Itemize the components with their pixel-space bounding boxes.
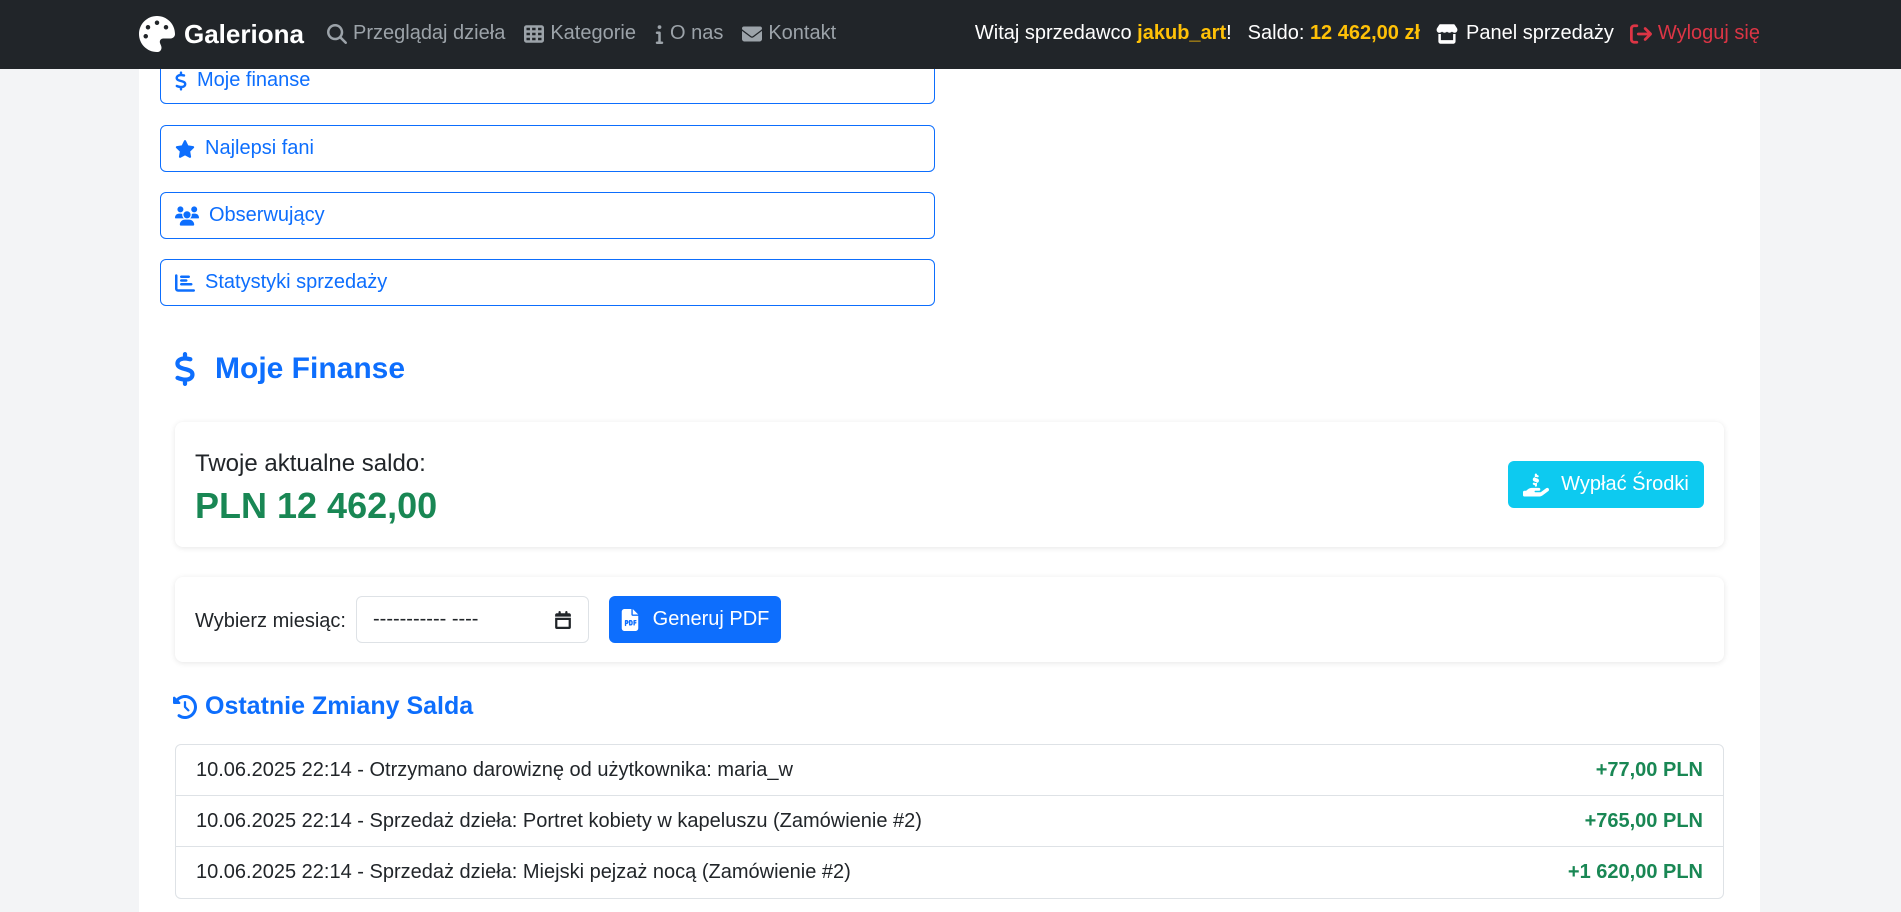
main-container: Moje finanse Najlepsi fani Obserwujący S… [139,57,1760,912]
nav-link-categories[interactable]: Kategorie [524,22,636,45]
current-balance-label: Twoje aktualne saldo: [195,450,426,477]
sign-out-icon [1629,23,1652,44]
menu-item-top-fans[interactable]: Najlepsi fani [160,125,935,172]
balance-card: Twoje aktualne saldo: PLN 12 462,00 Wypł… [175,422,1724,547]
seller-panel-label: Panel sprzedaży [1466,22,1614,44]
history-item-amount: +77,00 PLN [1595,758,1703,781]
current-balance-value: PLN 12 462,00 [195,485,438,526]
history-item-description: 10.06.2025 22:14 - Otrzymano darowiznę o… [196,758,793,781]
month-select-label: Wybierz miesiąc: [195,610,346,632]
nav-link-label: Kontakt [768,22,837,44]
report-card: Wybierz miesiąc: ----------- ---- Generu… [175,577,1724,662]
search-icon [327,23,347,44]
hand-holding-dollar-icon [1523,472,1550,497]
nav-link-label: Kategorie [550,22,636,44]
dollar-icon [175,70,187,91]
list-item: 10.06.2025 22:14 - Sprzedaż dzieła: Miej… [176,847,1723,898]
history-item-amount: +765,00 PLN [1584,809,1703,832]
bar-chart-icon [175,273,195,292]
logout-label: Wyloguj się [1657,22,1760,44]
star-icon [175,139,195,158]
finance-section-title: Moje Finanse [173,352,405,386]
menu-item-label: Statystyki sprzedaży [205,271,388,293]
history-item-description: 10.06.2025 22:14 - Sprzedaż dzieła: Miej… [196,861,851,883]
store-icon [1436,23,1458,44]
nav-link-contact[interactable]: Kontakt [742,22,836,45]
seller-panel-link[interactable]: Panel sprzedaży [1436,22,1614,45]
username: jakub_art [1137,22,1227,44]
history-item-description: 10.06.2025 22:14 - Sprzedaż dzieła: Port… [196,809,922,832]
month-input-value: ----------- ---- [373,608,479,630]
top-navbar: Galeriona Przeglądaj dzieła Kategorie O … [0,0,1901,69]
history-title: Ostatnie Zmiany Salda [205,692,474,720]
nav-link-label: O nas [669,22,724,44]
withdraw-funds-button[interactable]: Wypłać Środki [1508,461,1704,508]
month-input[interactable]: ----------- ---- [356,596,589,643]
dollar-icon [175,352,195,386]
nav-user-area: Witaj sprzedawco jakub_art! Saldo: 12 46… [975,22,1760,45]
withdraw-label: Wypłać Środki [1561,473,1689,495]
calendar-icon[interactable] [554,610,572,629]
menu-item-label: Moje finanse [197,69,311,91]
menu-item-sales-stats[interactable]: Statystyki sprzedaży [160,259,935,306]
generate-pdf-button[interactable]: Generuj PDF [609,596,781,643]
nav-link-label: Przeglądaj dzieła [353,22,506,44]
info-icon [655,24,664,44]
nav-link-browse[interactable]: Przeglądaj dzieła [327,22,505,45]
balance-label: Saldo: [1247,22,1310,44]
list-item: 10.06.2025 22:14 - Sprzedaż dzieła: Port… [176,796,1723,847]
users-icon [175,205,199,226]
nav-link-about[interactable]: O nas [655,22,723,45]
greeting-prefix: Witaj sprzedawco [974,22,1138,44]
menu-item-label: Obserwujący [209,204,325,226]
menu-item-label: Najlepsi fani [205,137,314,159]
balance-display: Saldo: 12 462,00 zł [1248,22,1420,45]
nav-links: Przeglądaj dzieła Kategorie O nas Kontak… [327,22,836,45]
generate-pdf-label: Generuj PDF [652,608,770,630]
history-icon [173,694,197,719]
logout-link[interactable]: Wyloguj się [1629,22,1760,45]
list-item: 10.06.2025 22:14 - Otrzymano darowiznę o… [176,745,1723,796]
balance-value: 12 462,00 zł [1309,22,1421,44]
brand-name: Galeriona [184,18,304,49]
balance-history-list: 10.06.2025 22:14 - Otrzymano darowiznę o… [175,744,1724,899]
greeting-text: Witaj sprzedawco jakub_art! [975,22,1232,45]
file-pdf-icon [621,608,638,631]
history-item-amount: +1 620,00 PLN [1567,861,1703,883]
history-section-title: Ostatnie Zmiany Salda [173,692,473,721]
finance-title: Moje Finanse [215,352,406,385]
envelope-icon [742,26,763,41]
grid-icon [524,24,545,43]
palette-icon [139,16,175,52]
menu-item-followers[interactable]: Obserwujący [160,192,935,239]
greeting-suffix: ! [1226,22,1232,44]
brand-logo[interactable]: Galeriona [139,16,304,52]
